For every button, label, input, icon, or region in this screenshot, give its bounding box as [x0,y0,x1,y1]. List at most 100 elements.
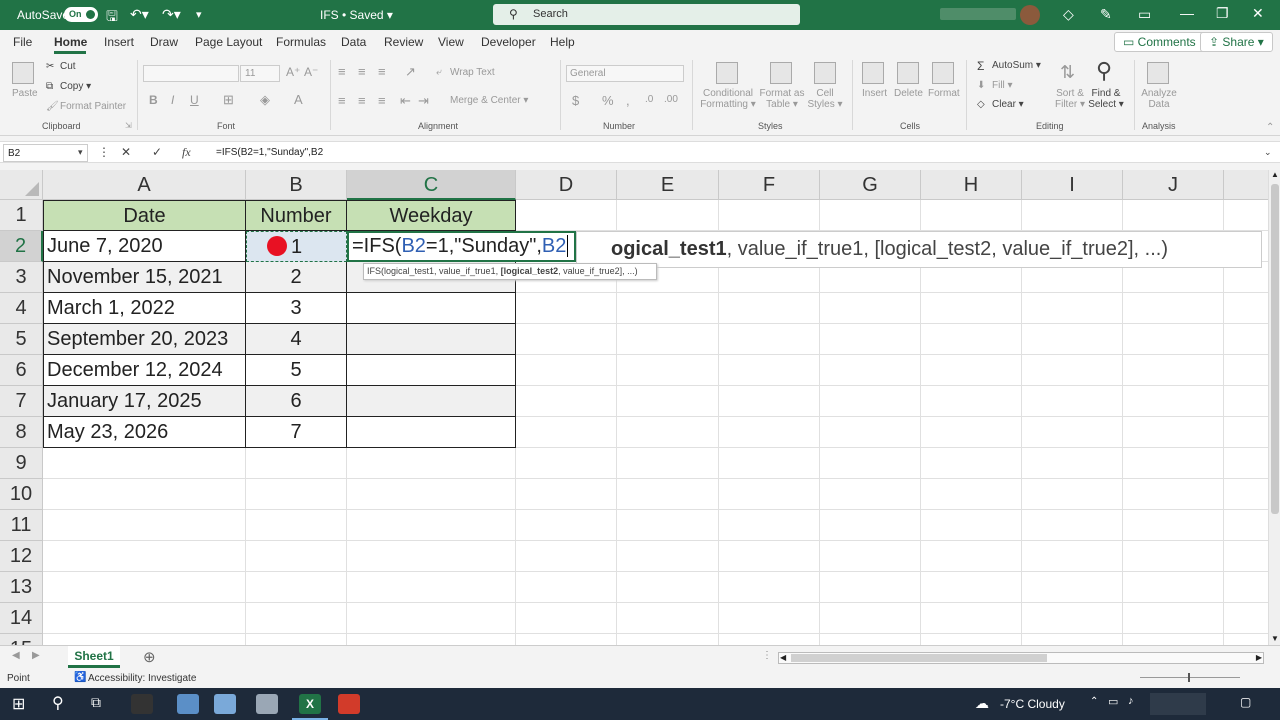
analyze-data-button[interactable]: Analyze Data [1140,88,1178,110]
taskbar-search-icon[interactable]: ⚲ [52,693,64,713]
cell-b2[interactable]: 1 [246,231,347,262]
tab-split-handle-icon[interactable]: ⋮ [762,650,772,661]
account-name[interactable] [940,8,1016,20]
conditional-formatting-button[interactable]: Conditional Formatting ▾ [700,88,756,110]
format-painter-icon[interactable]: 🖌 [46,101,59,112]
document-title[interactable]: IFS • Saved ▾ [320,8,393,22]
tab-draw[interactable]: Draw [150,35,178,49]
taskbar-app-3[interactable] [214,694,236,714]
decrease-decimal-icon[interactable]: .00 [664,94,678,105]
align-center-icon[interactable]: ≡ [358,93,366,108]
decrease-indent-icon[interactable]: ⇤ [400,93,411,109]
autosave-toggle[interactable]: On [64,7,98,22]
col-header-f[interactable]: F [719,170,820,200]
row-header-15[interactable]: 15 [0,634,43,645]
clear-button[interactable]: Clear ▾ [992,99,1024,110]
fill-color-icon[interactable]: ◈ [260,92,270,108]
row-header-2[interactable]: 2 [0,231,43,262]
increase-indent-icon[interactable]: ⇥ [418,93,429,109]
align-right-icon[interactable]: ≡ [378,93,386,108]
dialog-launcher-icon[interactable]: ⇲ [125,121,132,130]
row-header-13[interactable]: 13 [0,572,43,603]
scroll-right-icon[interactable]: ▶ [1256,653,1262,662]
row-header-7[interactable]: 7 [0,386,43,417]
zoom-slider-thumb[interactable] [1188,673,1190,682]
decrease-font-icon[interactable]: A⁻ [304,65,318,79]
tray-chevron-icon[interactable]: ⌃ [1090,696,1098,707]
tab-page-layout[interactable]: Page Layout [195,35,262,49]
cell-b8[interactable]: 7 [246,417,347,448]
cell-c2-editor[interactable]: =IFS(B2=1,"Sunday",B2 [347,231,576,262]
insert-function-icon[interactable]: fx [182,145,191,160]
scroll-down-icon[interactable]: ▼ [1271,634,1279,643]
taskbar-app-2[interactable] [177,694,199,714]
tab-insert[interactable]: Insert [104,35,134,49]
format-cells-button[interactable]: Format [928,88,960,99]
tab-view[interactable]: View [438,35,464,49]
row-header-1[interactable]: 1 [0,200,43,231]
ribbon-display-icon[interactable]: ▭ [1138,6,1151,23]
close-icon[interactable]: ✕ [1252,5,1264,22]
zoom-slider[interactable] [1140,677,1240,678]
cut-icon[interactable]: ✂ [46,61,54,72]
increase-decimal-icon[interactable]: .0 [645,94,653,105]
vertical-scroll-thumb[interactable] [1271,184,1279,514]
collapse-ribbon-icon[interactable]: ⌃ [1266,122,1274,133]
cell-c5[interactable] [347,324,516,355]
paste-icon[interactable] [12,62,34,84]
copy-button[interactable]: Copy ▾ [60,81,91,92]
find-select-icon[interactable]: ⚲ [1096,58,1112,84]
row-header-5[interactable]: 5 [0,324,43,355]
increase-font-icon[interactable]: A⁺ [286,65,300,79]
windows-start-icon[interactable]: ⊞ [12,694,25,714]
col-header-i[interactable]: I [1022,170,1123,200]
search-box[interactable]: ⚲ Search [493,4,800,25]
avatar[interactable] [1020,5,1040,25]
search-input[interactable]: Search [533,8,568,20]
row-header-3[interactable]: 3 [0,262,43,293]
row-header-4[interactable]: 4 [0,293,43,324]
row-header-8[interactable]: 8 [0,417,43,448]
expand-formula-bar-icon[interactable]: ⌄ [1264,147,1272,158]
minimize-icon[interactable]: — [1180,5,1194,21]
row-header-9[interactable]: 9 [0,448,43,479]
merge-center-button[interactable]: Merge & Center ▾ [450,95,528,106]
cell-c4[interactable] [347,293,516,324]
cell-b5[interactable]: 4 [246,324,347,355]
format-cells-icon[interactable] [932,62,954,84]
cell-styles-button[interactable]: Cell Styles ▾ [806,88,844,110]
scroll-up-icon[interactable]: ▲ [1271,170,1279,179]
header-weekday[interactable]: Weekday [347,200,516,231]
cut-button[interactable]: Cut [60,61,76,72]
volume-icon[interactable]: ♪ [1128,695,1134,707]
sort-filter-button[interactable]: Sort & Filter ▾ [1050,88,1090,110]
undo-icon[interactable]: ↶▾ [130,6,149,23]
taskbar-app-4[interactable] [256,694,278,714]
tab-help[interactable]: Help [550,35,575,49]
align-left-icon[interactable]: ≡ [338,93,346,108]
next-sheet-icon[interactable]: ▶ [32,650,40,661]
share-button[interactable]: ⇪ Share ▾ [1200,32,1273,52]
cancel-icon[interactable]: ✕ [121,145,131,159]
col-header-k[interactable] [1224,170,1268,200]
horizontal-scrollbar[interactable]: ◀ ▶ [778,652,1264,664]
enter-icon[interactable]: ✓ [152,145,162,159]
sheet-tab-sheet1[interactable]: Sheet1 [68,646,120,668]
col-header-b[interactable]: B [246,170,347,200]
notifications-icon[interactable]: ▢ [1240,695,1251,709]
tab-developer[interactable]: Developer [481,35,536,49]
cell-a4[interactable]: March 1, 2022 [43,293,246,324]
function-screentip[interactable]: IFS(logical_test1, value_if_true1, [logi… [363,263,657,280]
select-all-corner[interactable] [0,170,43,200]
col-header-h[interactable]: H [921,170,1022,200]
orientation-icon[interactable]: ↗ [405,64,416,80]
formula-input[interactable]: =IFS(B2=1,"Sunday",B2 [216,147,323,158]
tab-review[interactable]: Review [384,35,423,49]
currency-icon[interactable]: $ [572,93,579,108]
align-bottom-icon[interactable]: ≡ [378,64,386,79]
restore-icon[interactable]: ❐ [1216,5,1229,22]
cell-b7[interactable]: 6 [246,386,347,417]
underline-icon[interactable]: U [190,93,199,107]
vertical-scrollbar[interactable]: ▲ ▼ [1268,170,1280,645]
cell-styles-icon[interactable] [814,62,836,84]
